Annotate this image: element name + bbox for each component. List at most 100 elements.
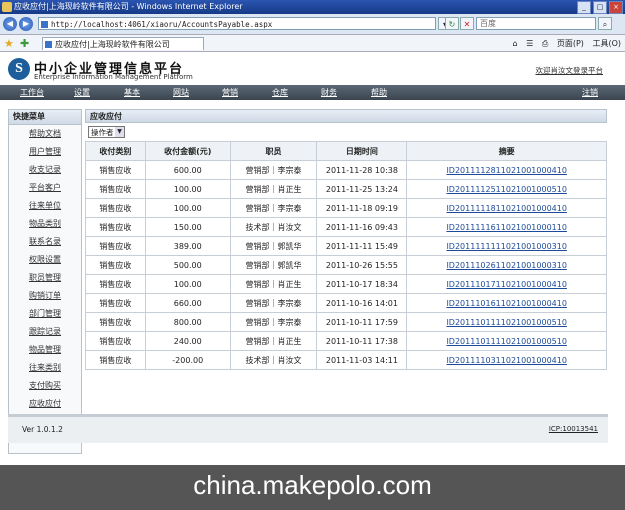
menu-item-marketing[interactable]: 营销: [222, 85, 238, 100]
sidebar-item-partner-types[interactable]: 往来类别: [9, 359, 81, 377]
sidebar-item-tracking[interactable]: 跟踪记录: [9, 323, 81, 341]
forward-icon[interactable]: ▶: [19, 17, 33, 31]
sidebar-item-permissions[interactable]: 权限设置: [9, 251, 81, 269]
stop-icon[interactable]: ✕: [460, 17, 474, 30]
summary-link[interactable]: ID2011101111021001000510: [406, 331, 607, 351]
add-favorites-icon[interactable]: ✚: [20, 37, 29, 50]
minimize-button[interactable]: _: [577, 1, 591, 14]
sidebar-item-item-categories[interactable]: 物品类别: [9, 215, 81, 233]
url-field[interactable]: http://localhost:4061/xiaoru/AccountsPay…: [38, 17, 436, 30]
operator-select[interactable]: 操作者 ▼: [88, 126, 125, 138]
version-text: Ver 1.0.1.2: [22, 425, 63, 434]
table-cell: 销售应收: [85, 179, 146, 199]
table-cell: 2011-10-16 14:01: [316, 293, 408, 313]
sidebar-item-help-docs[interactable]: 帮助文档: [9, 125, 81, 143]
site-header: S 中小企业管理信息平台 Enterprise Information Mana…: [0, 52, 625, 85]
column-header[interactable]: 日期时间: [316, 141, 408, 161]
summary-link[interactable]: ID2011111611021001000110: [406, 217, 607, 237]
menu-item-settings[interactable]: 设置: [74, 85, 90, 100]
table-cell: 销售应收: [85, 331, 146, 351]
sidebar: 快捷菜单 帮助文档 用户管理 收支记录 平台客户 往来单位 物品类别 联系名录 …: [8, 109, 82, 454]
table-cell: 营销部｜李宗泰: [229, 198, 318, 218]
column-header[interactable]: 收付金额(元): [144, 141, 231, 161]
menu-item-finance[interactable]: 财务: [321, 85, 337, 100]
browser-tab[interactable]: 应收应付|上海现岭软件有限公司: [42, 37, 204, 50]
sidebar-item-contacts[interactable]: 联系名录: [9, 233, 81, 251]
search-input[interactable]: 百度: [476, 17, 596, 30]
maximize-button[interactable]: □: [593, 1, 607, 14]
table-cell: 销售应收: [85, 198, 146, 218]
column-header[interactable]: 职员: [229, 141, 318, 161]
table-cell: 660.00: [144, 293, 231, 313]
feeds-icon[interactable]: ☰: [526, 39, 533, 48]
sidebar-item-payment[interactable]: 支付购买: [9, 377, 81, 395]
sidebar-item-user-management[interactable]: 用户管理: [9, 143, 81, 161]
url-text: http://localhost:4061/xiaoru/AccountsPay…: [51, 20, 273, 29]
table-cell: 2011-11-11 15:49: [316, 236, 408, 256]
sidebar-item-orders[interactable]: 购销订单: [9, 287, 81, 305]
summary-link[interactable]: ID2011110311021001000410: [406, 350, 607, 370]
table-row: 销售应收 500.00 营销部｜郭凯华 2011-10-26 15:55 ID20111…: [85, 255, 607, 275]
summary-link[interactable]: ID2011112811021001000410: [406, 160, 607, 180]
sidebar-item-staff[interactable]: 职员管理: [9, 269, 81, 287]
table-cell: 营销部｜郭凯华: [229, 236, 318, 256]
table-cell: 2011-10-11 17:59: [316, 312, 408, 332]
table-cell: 销售应收: [85, 255, 146, 275]
sidebar-item-platform-customers[interactable]: 平台客户: [9, 179, 81, 197]
table-cell: 营销部｜肖正生: [229, 331, 318, 351]
sidebar-item-departments[interactable]: 部门管理: [9, 305, 81, 323]
table-cell: 营销部｜肖正生: [229, 179, 318, 199]
close-button[interactable]: ×: [609, 1, 623, 14]
print-icon[interactable]: ⎙: [542, 39, 548, 48]
welcome-link[interactable]: 欢迎肖汝文登录平台: [536, 65, 604, 76]
table-cell: 营销部｜肖正生: [229, 274, 318, 294]
column-header[interactable]: 收付类别: [85, 141, 146, 161]
table-cell: -200.00: [144, 350, 231, 370]
favorites-star-icon[interactable]: ★: [4, 37, 14, 50]
summary-link[interactable]: ID2011112511021001000510: [406, 179, 607, 199]
menu-item-help[interactable]: 帮助: [371, 85, 387, 100]
table-row: 销售应收 800.00 营销部｜李宗泰 2011-10-11 17:59 ID20111…: [85, 312, 607, 332]
summary-link[interactable]: ID2011101111021001000510: [406, 312, 607, 332]
sidebar-item-income-expense[interactable]: 收支记录: [9, 161, 81, 179]
sidebar-item-partners[interactable]: 往来单位: [9, 197, 81, 215]
table-cell: 389.00: [144, 236, 231, 256]
table-cell: 技术部｜肖汝文: [229, 350, 318, 370]
menu-item-basic[interactable]: 基本: [124, 85, 140, 100]
chevron-down-icon: ▼: [115, 127, 124, 137]
menu-item-website[interactable]: 网站: [173, 85, 189, 100]
column-header[interactable]: 摘要: [406, 141, 607, 161]
search-icon[interactable]: ⌕: [598, 17, 612, 30]
table-row: 销售应收 240.00 营销部｜肖正生 2011-10-11 17:38 ID20111…: [85, 331, 607, 351]
page-menu[interactable]: 页面(P): [557, 39, 584, 48]
table-row: 销售应收 -200.00 技术部｜肖汝文 2011-11-03 14:11 ID2011…: [85, 350, 607, 370]
sidebar-item-items[interactable]: 物品管理: [9, 341, 81, 359]
back-icon[interactable]: ◀: [3, 17, 17, 31]
sidebar-item-receivables[interactable]: 应收应付: [9, 395, 81, 413]
summary-link[interactable]: ID2011101711021001000410: [406, 274, 607, 294]
table-cell: 2011-11-16 09:43: [316, 217, 408, 237]
tools-menu[interactable]: 工具(O): [592, 39, 621, 48]
site-subtitle: Enterprise Information Management Platfo…: [34, 73, 193, 81]
summary-link[interactable]: ID2011111811021001000410: [406, 198, 607, 218]
logout-link[interactable]: 注销: [582, 85, 598, 100]
refresh-icon[interactable]: ↻: [445, 17, 459, 30]
window-controls: _ □ ×: [577, 1, 623, 14]
summary-link[interactable]: ID2011102611021001000310: [406, 255, 607, 275]
main-menu: 工作台 设置 基本 网站 营销 仓库 财务 帮助 注销: [0, 85, 625, 100]
summary-link[interactable]: ID2011111111021001000310: [406, 236, 607, 256]
icp-link[interactable]: ICP:10013541: [549, 425, 598, 433]
home-icon[interactable]: ⌂: [513, 39, 518, 48]
window-titlebar: 应收应付|上海现岭软件有限公司 - Windows Internet Explo…: [0, 0, 625, 14]
table-row: 销售应收 100.00 营销部｜肖正生 2011-10-17 18:34 ID20111…: [85, 274, 607, 294]
table-cell: 2011-10-17 18:34: [316, 274, 408, 294]
menu-item-workbench[interactable]: 工作台: [20, 85, 44, 100]
table-header-row: 收付类别 收付金额(元) 职员 日期时间 摘要: [85, 141, 607, 161]
summary-link[interactable]: ID2011101611021001000410: [406, 293, 607, 313]
table-row: 销售应收 100.00 营销部｜李宗泰 2011-11-18 09:19 ID20111…: [85, 198, 607, 218]
watermark-text: china.makepolo.com: [193, 470, 432, 500]
table-cell: 100.00: [144, 198, 231, 218]
menu-item-warehouse[interactable]: 仓库: [272, 85, 288, 100]
web-page: S 中小企业管理信息平台 Enterprise Information Mana…: [0, 52, 625, 465]
address-bar: ◀ ▶ http://localhost:4061/xiaoru/Account…: [0, 14, 625, 35]
